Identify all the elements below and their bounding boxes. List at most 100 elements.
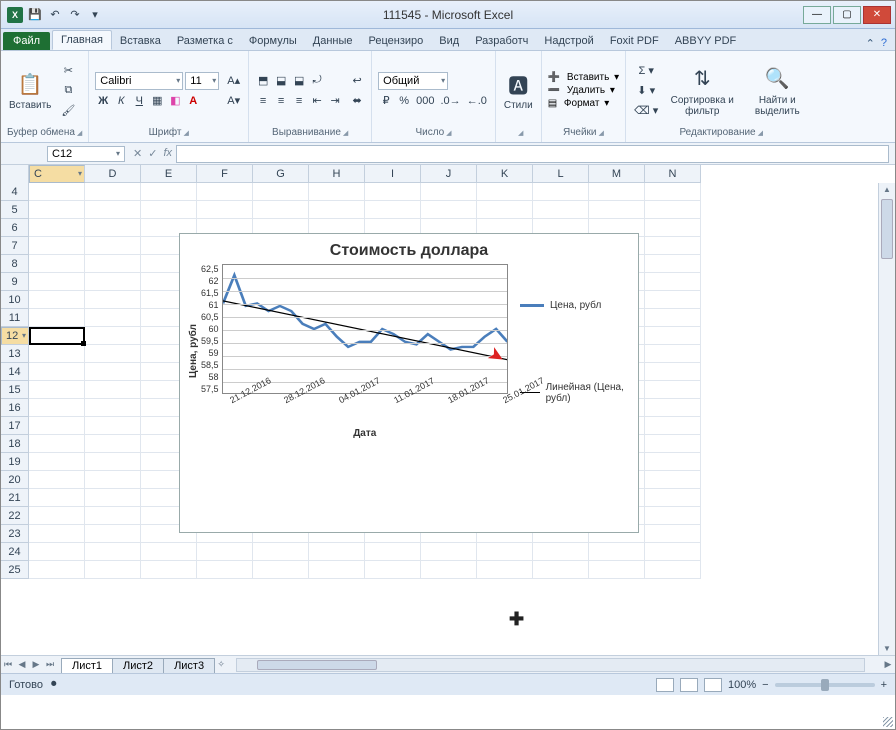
cell[interactable] xyxy=(29,489,85,507)
scroll-right-icon[interactable]: ▶ xyxy=(881,659,895,670)
cell[interactable] xyxy=(645,381,701,399)
cell[interactable] xyxy=(29,201,85,219)
cell[interactable] xyxy=(645,543,701,561)
row-header[interactable]: 7 xyxy=(1,237,29,255)
fill-icon[interactable]: ⬇ ▾ xyxy=(632,82,660,100)
row-header[interactable]: 15 xyxy=(1,381,29,399)
insert-cells-button[interactable]: ➕ Вставить ▾ xyxy=(548,72,619,83)
cell[interactable] xyxy=(29,525,85,543)
cell[interactable] xyxy=(85,273,141,291)
cell[interactable] xyxy=(29,273,85,291)
ribbon-min-icon[interactable]: ⌃ xyxy=(866,37,875,50)
cell[interactable] xyxy=(253,561,309,579)
cell[interactable] xyxy=(85,201,141,219)
row-header[interactable]: 18 xyxy=(1,435,29,453)
cell[interactable] xyxy=(309,543,365,561)
cell[interactable] xyxy=(477,201,533,219)
row-header[interactable]: 17 xyxy=(1,417,29,435)
cell[interactable] xyxy=(533,561,589,579)
row-header[interactable]: 11 xyxy=(1,309,29,327)
cell[interactable] xyxy=(645,363,701,381)
fill-color-button[interactable]: ◧ xyxy=(167,92,183,110)
close-button[interactable]: ✕ xyxy=(863,6,891,24)
currency-icon[interactable]: ₽ xyxy=(378,92,394,110)
cell[interactable] xyxy=(85,525,141,543)
qat-more-icon[interactable]: ▾ xyxy=(87,7,103,23)
cell[interactable] xyxy=(85,543,141,561)
row-header[interactable]: 22 xyxy=(1,507,29,525)
bold-button[interactable]: Ж xyxy=(95,92,111,110)
cell[interactable] xyxy=(365,561,421,579)
row-header[interactable]: 14 xyxy=(1,363,29,381)
scrollbar-thumb[interactable] xyxy=(257,660,377,670)
tab-abbyy[interactable]: ABBYY PDF xyxy=(667,32,745,50)
formula-input[interactable] xyxy=(176,145,889,163)
cell[interactable] xyxy=(141,201,197,219)
redo-icon[interactable]: ↷ xyxy=(67,7,83,23)
cell[interactable] xyxy=(85,345,141,363)
x-axis-label[interactable]: Дата xyxy=(222,406,508,439)
tab-view[interactable]: Вид xyxy=(431,32,467,50)
sheet-nav-first[interactable]: ⏮ xyxy=(1,659,15,670)
cell[interactable] xyxy=(645,273,701,291)
row-header[interactable]: 16 xyxy=(1,399,29,417)
column-header[interactable]: J xyxy=(421,165,477,182)
cell[interactable] xyxy=(29,291,85,309)
cell[interactable] xyxy=(85,183,141,201)
column-header[interactable]: I xyxy=(365,165,421,182)
sheet-tab[interactable]: Лист2 xyxy=(112,658,164,673)
tab-data[interactable]: Данные xyxy=(305,32,361,50)
cell[interactable] xyxy=(645,417,701,435)
sheet-nav-next[interactable]: ▶ xyxy=(29,659,43,670)
cell[interactable] xyxy=(29,237,85,255)
minimize-button[interactable]: — xyxy=(803,6,831,24)
column-header[interactable]: D xyxy=(85,165,141,182)
column-header[interactable]: F xyxy=(197,165,253,182)
cell[interactable] xyxy=(309,201,365,219)
copy-icon[interactable]: ⧉ xyxy=(59,82,77,100)
cell[interactable] xyxy=(197,183,253,201)
cell[interactable] xyxy=(645,345,701,363)
row-header[interactable]: 4 xyxy=(1,183,29,201)
chart-object[interactable]: Стоимость доллара Цена, рубл 62,56261,56… xyxy=(179,233,639,533)
align-middle-icon[interactable]: ⬓ xyxy=(273,72,289,90)
autosum-icon[interactable]: Σ ▾ xyxy=(632,62,660,80)
underline-button[interactable]: Ч xyxy=(131,92,147,110)
cell[interactable] xyxy=(141,543,197,561)
row-header[interactable]: 10 xyxy=(1,291,29,309)
cell[interactable] xyxy=(589,183,645,201)
align-bottom-icon[interactable]: ⬓ xyxy=(291,72,307,90)
cell[interactable] xyxy=(477,183,533,201)
font-size-select[interactable]: 11 xyxy=(185,72,219,90)
column-header[interactable]: L xyxy=(533,165,589,182)
cell[interactable] xyxy=(645,255,701,273)
cell[interactable] xyxy=(141,183,197,201)
row-header[interactable]: 25 xyxy=(1,561,29,579)
fx-icon[interactable]: fx xyxy=(163,147,172,160)
cell[interactable] xyxy=(85,507,141,525)
cell[interactable] xyxy=(29,183,85,201)
number-format-select[interactable]: Общий xyxy=(378,72,448,90)
sort-filter-button[interactable]: ⇅ Сортировка и фильтр xyxy=(666,63,738,119)
cell[interactable] xyxy=(645,507,701,525)
maximize-button[interactable]: ▢ xyxy=(833,6,861,24)
row-header[interactable]: 20 xyxy=(1,471,29,489)
cell[interactable] xyxy=(589,543,645,561)
align-right-icon[interactable]: ≡ xyxy=(291,92,307,110)
sheet-tab[interactable]: Лист3 xyxy=(163,658,215,673)
cell[interactable] xyxy=(85,381,141,399)
column-header[interactable]: K xyxy=(477,165,533,182)
row-header[interactable]: 24 xyxy=(1,543,29,561)
chart-title[interactable]: Стоимость доллара xyxy=(180,234,638,264)
view-break-icon[interactable] xyxy=(704,678,722,692)
column-header[interactable]: G xyxy=(253,165,309,182)
help-icon[interactable]: ? xyxy=(881,37,887,50)
file-tab[interactable]: Файл xyxy=(3,32,50,50)
cell[interactable] xyxy=(253,183,309,201)
format-cells-button[interactable]: ▤ Формат ▾ xyxy=(548,98,619,109)
font-color-button[interactable]: А xyxy=(185,92,201,110)
wrap-text-icon[interactable]: ↩ xyxy=(349,72,365,90)
column-header[interactable]: M xyxy=(589,165,645,182)
cell[interactable] xyxy=(253,543,309,561)
name-box[interactable]: C12 xyxy=(47,146,125,162)
